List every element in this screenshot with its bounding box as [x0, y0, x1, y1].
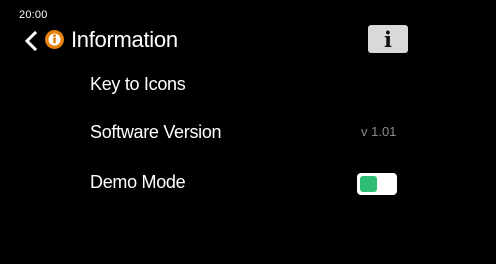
page-title: Information — [71, 27, 178, 52]
info-circle-icon — [44, 29, 65, 50]
demo-mode-toggle[interactable] — [357, 173, 397, 195]
menu-item-software-version[interactable]: Software Version — [90, 122, 222, 143]
menu-item-key-to-icons[interactable]: Key to Icons — [90, 74, 186, 95]
information-screen: 20:00 Information i Key to Icons Softwar… — [0, 0, 496, 264]
info-icon: i — [384, 26, 392, 52]
back-button[interactable] — [20, 28, 42, 54]
software-version-value: v 1.01 — [361, 124, 397, 139]
toggle-knob — [360, 176, 377, 192]
menu-item-demo-mode[interactable]: Demo Mode — [90, 172, 186, 193]
status-time: 20:00 — [19, 9, 48, 21]
chevron-left-icon — [24, 31, 38, 51]
info-button[interactable]: i — [368, 25, 408, 53]
